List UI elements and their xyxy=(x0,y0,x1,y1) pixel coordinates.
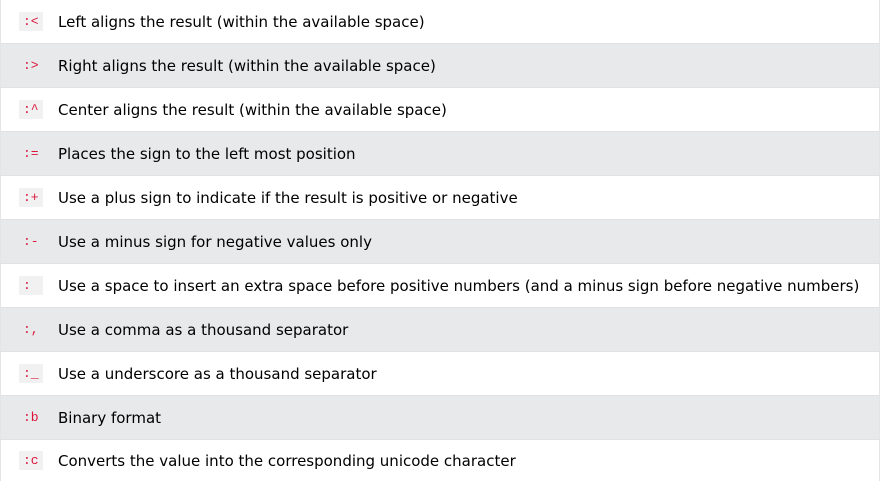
description-text: Converts the value into the correspondin… xyxy=(58,451,516,470)
description-text: Use a underscore as a thousand separator xyxy=(58,364,377,383)
table-row: :+ Use a plus sign to indicate if the re… xyxy=(1,176,879,220)
table-row: :^ Center aligns the result (within the … xyxy=(1,88,879,132)
format-specifier-table: :< Left aligns the result (within the av… xyxy=(0,0,880,481)
description-text: Center aligns the result (within the ava… xyxy=(58,100,447,119)
code-cell: :< xyxy=(1,12,58,31)
description-text: Use a space to insert an extra space bef… xyxy=(58,276,860,295)
code-cell: :^ xyxy=(1,100,58,119)
description-text: Use a comma as a thousand separator xyxy=(58,320,349,339)
format-code: :< xyxy=(19,12,43,31)
code-cell: := xyxy=(1,144,58,163)
format-code: :> xyxy=(19,56,43,75)
format-code: :b xyxy=(19,408,43,427)
description-text: Use a plus sign to indicate if the resul… xyxy=(58,188,518,207)
table-row: :b Binary format xyxy=(1,396,879,440)
code-cell: :, xyxy=(1,320,58,339)
table-row: :_ Use a underscore as a thousand separa… xyxy=(1,352,879,396)
format-code: := xyxy=(19,144,43,163)
format-code: :c xyxy=(19,451,43,470)
format-code: :^ xyxy=(19,100,43,119)
code-cell: :- xyxy=(1,232,58,251)
code-cell: :> xyxy=(1,56,58,75)
description-text: Left aligns the result (within the avail… xyxy=(58,12,425,31)
table-row: :> Right aligns the result (within the a… xyxy=(1,44,879,88)
format-code: :, xyxy=(19,320,43,339)
format-code: :+ xyxy=(19,188,43,207)
table-row: :- Use a minus sign for negative values … xyxy=(1,220,879,264)
code-cell: :+ xyxy=(1,188,58,207)
description-text: Use a minus sign for negative values onl… xyxy=(58,232,372,251)
code-cell: : xyxy=(1,276,58,295)
format-code: :_ xyxy=(19,364,43,383)
code-cell: :_ xyxy=(1,364,58,383)
table-row: : Use a space to insert an extra space b… xyxy=(1,264,879,308)
format-code: :- xyxy=(19,232,43,251)
description-text: Places the sign to the left most positio… xyxy=(58,144,356,163)
table-row: :, Use a comma as a thousand separator xyxy=(1,308,879,352)
code-cell: :c xyxy=(1,451,58,470)
table-row: :< Left aligns the result (within the av… xyxy=(1,0,879,44)
format-code: : xyxy=(19,276,43,295)
description-text: Binary format xyxy=(58,408,162,427)
table-row: :c Converts the value into the correspon… xyxy=(1,440,879,481)
table-row: := Places the sign to the left most posi… xyxy=(1,132,879,176)
code-cell: :b xyxy=(1,408,58,427)
description-text: Right aligns the result (within the avai… xyxy=(58,56,436,75)
